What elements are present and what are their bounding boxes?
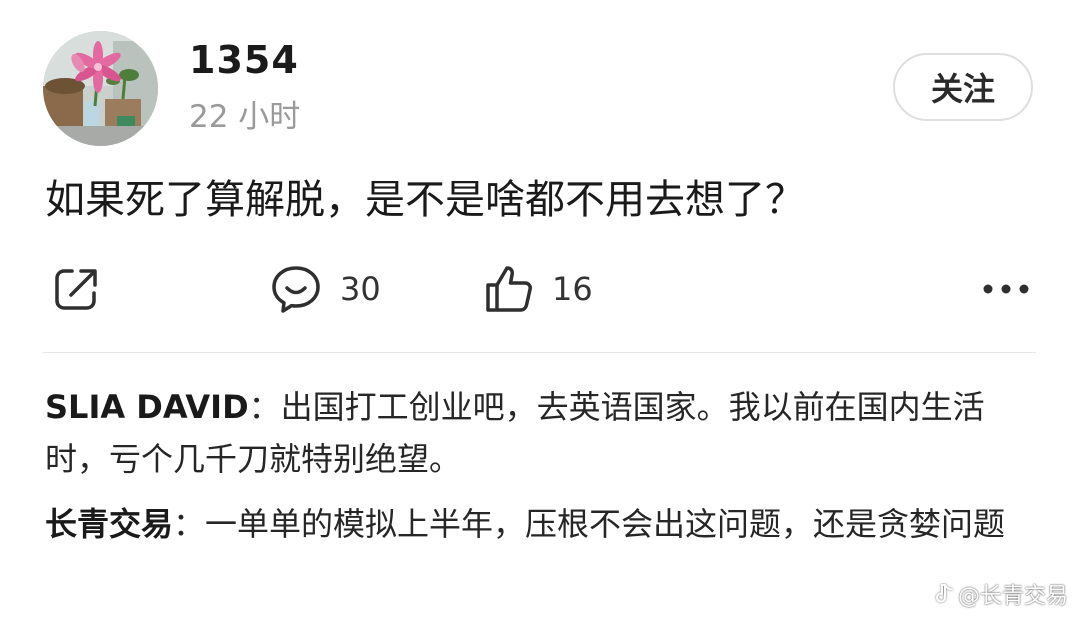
comment-item[interactable]: SLIA DAVID：出国打工创业吧，去英语国家。我以前在国内生活时，亏个几千刀… bbox=[45, 381, 1035, 485]
watermark: @长青交易 bbox=[934, 578, 1068, 610]
watermark-text: @长青交易 bbox=[957, 584, 1068, 609]
like-button[interactable]: 16 bbox=[484, 262, 593, 316]
author-name[interactable]: 1354 bbox=[189, 36, 299, 84]
comment-count: 30 bbox=[340, 270, 381, 308]
avatar[interactable] bbox=[43, 31, 158, 146]
follow-button[interactable]: 关注 bbox=[893, 53, 1033, 121]
comment-author[interactable]: SLIA DAVID bbox=[45, 388, 249, 426]
comment-separator: ： bbox=[173, 505, 206, 543]
post-time: 22 小时 bbox=[189, 99, 301, 135]
comment-item[interactable]: 长青交易：一单单的模拟上半年，压根不会出这问题，还是贪婪问题 bbox=[45, 498, 1035, 550]
comment-separator: ： bbox=[248, 388, 281, 426]
post-content[interactable]: 如果死了算解脱，是不是啥都不用去想了？ bbox=[45, 172, 805, 228]
comment-text: 一单单的模拟上半年，压根不会出这问题，还是贪婪问题 bbox=[205, 505, 1006, 543]
comment-author[interactable]: 长青交易 bbox=[45, 505, 173, 543]
comment-icon bbox=[272, 266, 320, 313]
share-button[interactable] bbox=[52, 262, 100, 316]
avatar-image bbox=[43, 31, 158, 146]
more-button[interactable] bbox=[982, 262, 1030, 316]
music-note-icon bbox=[936, 584, 953, 603]
divider bbox=[43, 352, 1036, 353]
like-icon bbox=[486, 266, 532, 312]
comment-button[interactable]: 30 bbox=[270, 262, 381, 316]
share-icon bbox=[55, 269, 97, 310]
more-icon bbox=[983, 284, 1029, 294]
like-count: 16 bbox=[552, 270, 593, 308]
